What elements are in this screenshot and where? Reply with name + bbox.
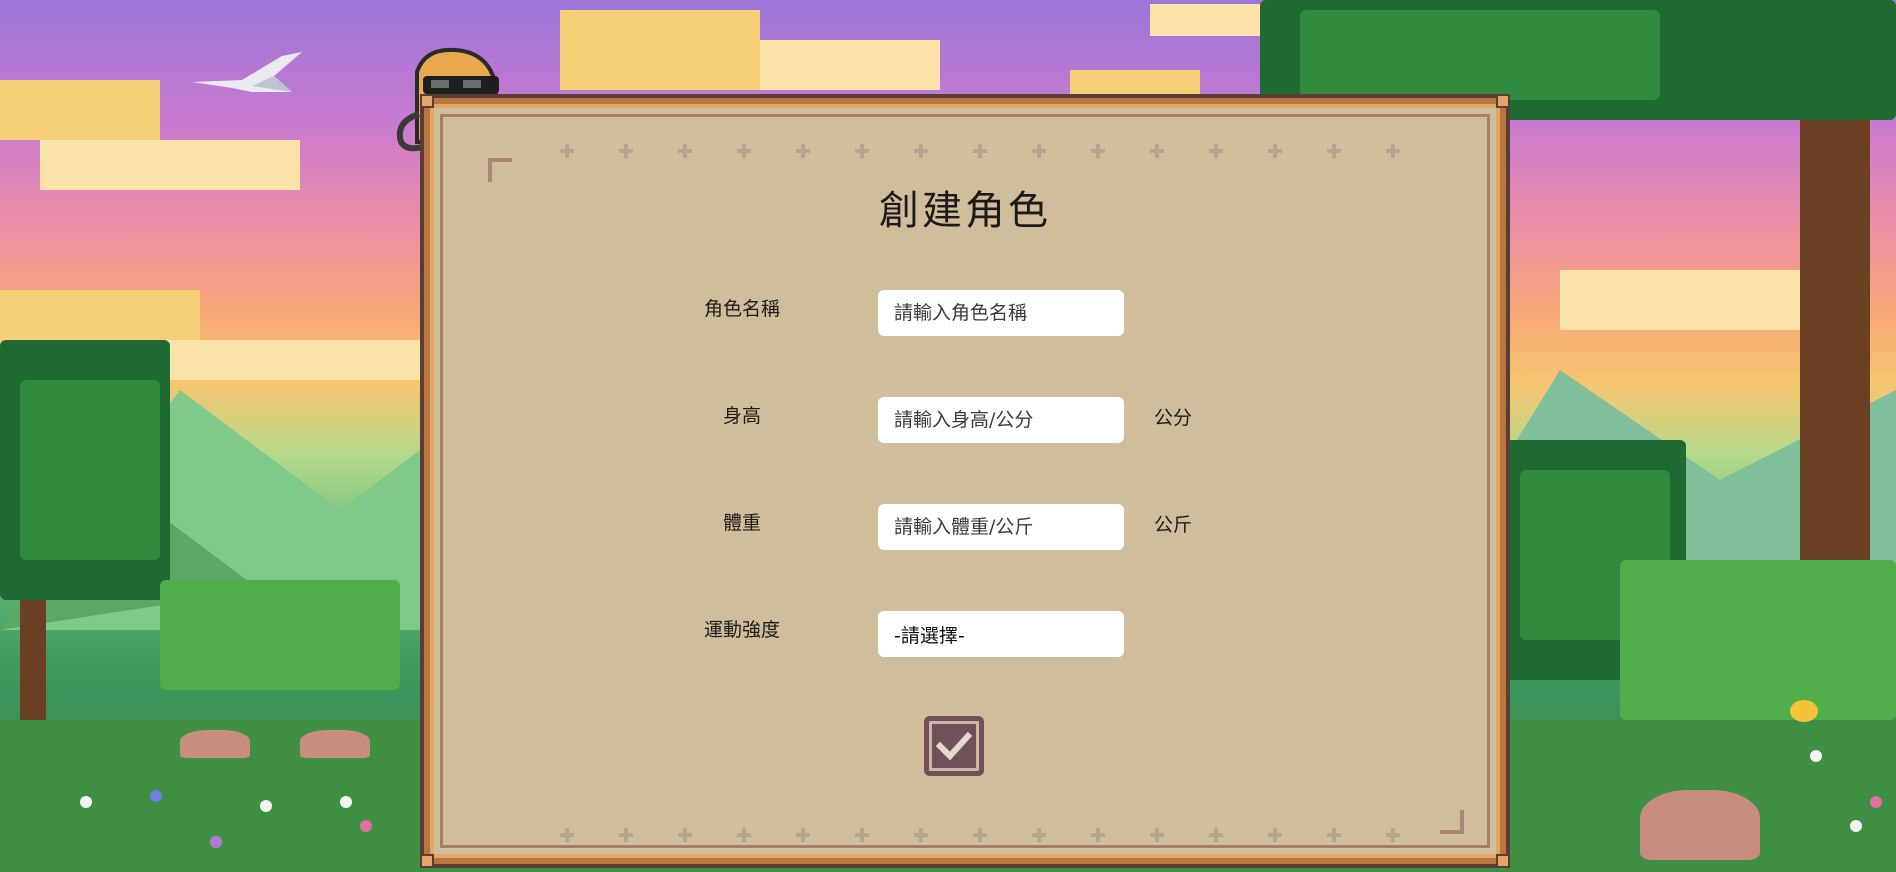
weight-input[interactable] xyxy=(878,504,1124,550)
flower xyxy=(210,836,222,848)
decorative-dots-top xyxy=(560,144,1400,158)
exercise-intensity-select[interactable]: -請選擇- xyxy=(878,611,1124,657)
height-label: 身高 xyxy=(722,405,761,427)
weight-unit: 公斤 xyxy=(1154,514,1193,536)
exercise-intensity-row: 運動強度 -請選擇- xyxy=(430,611,1500,659)
flower xyxy=(1790,700,1818,722)
flower xyxy=(1810,750,1822,762)
rock xyxy=(180,730,250,758)
height-row: 身高 公分 xyxy=(430,397,1500,445)
flower xyxy=(150,790,162,802)
rock xyxy=(300,730,370,758)
tree-crown xyxy=(1300,10,1660,100)
cloud xyxy=(1560,270,1800,330)
game-scene: 創建角色 角色名稱 身高 公分 體重 公斤 運動強度 -請選擇- xyxy=(0,0,1896,872)
flower xyxy=(80,796,92,808)
panel-corner xyxy=(420,854,434,868)
height-unit: 公分 xyxy=(1154,407,1193,429)
bush xyxy=(160,580,400,690)
create-character-panel: 創建角色 角色名稱 身高 公分 體重 公斤 運動強度 -請選擇- xyxy=(420,94,1510,868)
cloud xyxy=(40,140,300,190)
cloud xyxy=(1070,70,1200,100)
panel-corner xyxy=(420,94,434,108)
rock xyxy=(1640,790,1760,860)
tree-crown xyxy=(20,380,160,560)
decorative-dots-bottom xyxy=(560,828,1400,842)
character-name-row: 角色名稱 xyxy=(430,290,1500,338)
corner-bracket xyxy=(1440,810,1464,834)
flower xyxy=(260,800,272,812)
character-name-input[interactable] xyxy=(878,290,1124,336)
cloud xyxy=(560,10,760,90)
cloud xyxy=(0,80,160,140)
bird-icon xyxy=(192,52,302,92)
height-input[interactable] xyxy=(878,397,1124,443)
bush xyxy=(1620,560,1896,720)
cloud xyxy=(760,40,940,90)
flower xyxy=(360,820,372,832)
confirm-button[interactable] xyxy=(924,716,984,776)
flower xyxy=(1870,796,1882,808)
exercise-intensity-label: 運動強度 xyxy=(703,619,780,641)
exercise-intensity-selected-value: -請選擇- xyxy=(894,624,965,647)
weight-label: 體重 xyxy=(722,512,761,534)
panel-corner xyxy=(1496,94,1510,108)
page-title: 創建角色 xyxy=(879,188,1051,234)
weight-row: 體重 公斤 xyxy=(430,504,1500,552)
checkmark-icon xyxy=(936,731,972,761)
flower xyxy=(340,796,352,808)
panel-corner xyxy=(1496,854,1510,868)
character-name-label: 角色名稱 xyxy=(703,298,780,320)
flower xyxy=(1850,820,1862,832)
